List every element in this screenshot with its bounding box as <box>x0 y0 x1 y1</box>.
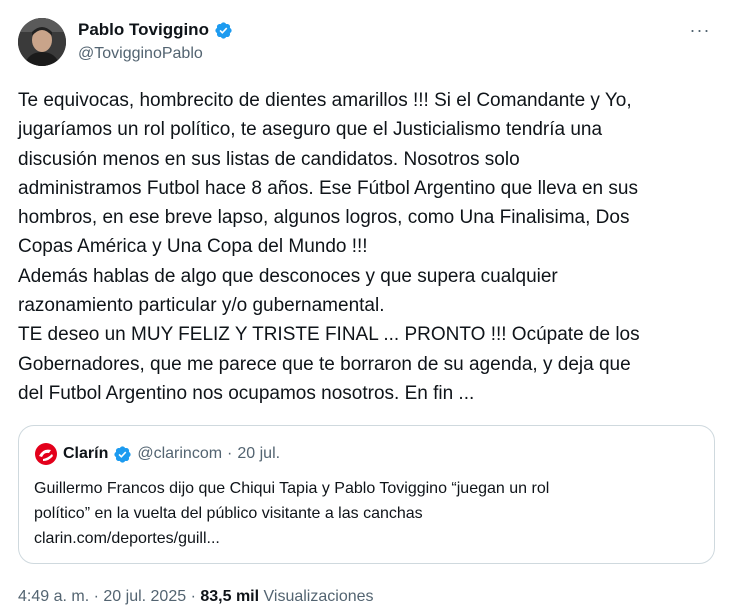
quoted-handle[interactable]: @clarincom <box>137 443 222 465</box>
quoted-date[interactable]: 20 jul. <box>237 443 280 465</box>
tweet-card: Pablo Toviggino @TovigginoPablo ··· Te e… <box>0 0 730 614</box>
more-options-icon[interactable]: ··· <box>686 20 714 42</box>
views-label: Visualizaciones <box>263 588 374 605</box>
author-handle[interactable]: @TovigginoPablo <box>78 43 233 65</box>
quoted-display-name[interactable]: Clarín <box>63 443 108 465</box>
footer-separator-2: · <box>190 588 196 605</box>
quoted-header: Clarín @clarincom · 20 jul. <box>34 442 280 466</box>
tweet-time[interactable]: 4:49 a. m. <box>18 588 89 605</box>
verified-badge-icon[interactable] <box>214 21 233 40</box>
tweet-date[interactable]: 20 jul. 2025 <box>103 588 186 605</box>
author-name-row: Pablo Toviggino <box>78 19 233 41</box>
tweet-text: Te equivocas, hombrecito de dientes amar… <box>18 90 640 404</box>
views-count: 83,5 mil <box>200 588 260 605</box>
clarin-logo-icon <box>34 442 58 466</box>
tweet-footer: 4:49 a. m. · 20 jul. 2025 · 83,5 mil Vis… <box>18 586 374 608</box>
author-display-name[interactable]: Pablo Toviggino <box>78 19 209 41</box>
quoted-tweet[interactable]: Clarín @clarincom · 20 jul. Guillermo Fr… <box>18 425 715 564</box>
author-info: Pablo Toviggino @TovigginoPablo <box>78 19 233 65</box>
footer-separator-1: · <box>93 588 99 605</box>
quoted-separator: · <box>227 445 233 462</box>
author-avatar[interactable] <box>18 18 66 66</box>
quoted-verified-badge-icon <box>113 445 132 464</box>
quoted-text: Guillermo Francos dijo que Chiqui Tapia … <box>34 480 550 547</box>
